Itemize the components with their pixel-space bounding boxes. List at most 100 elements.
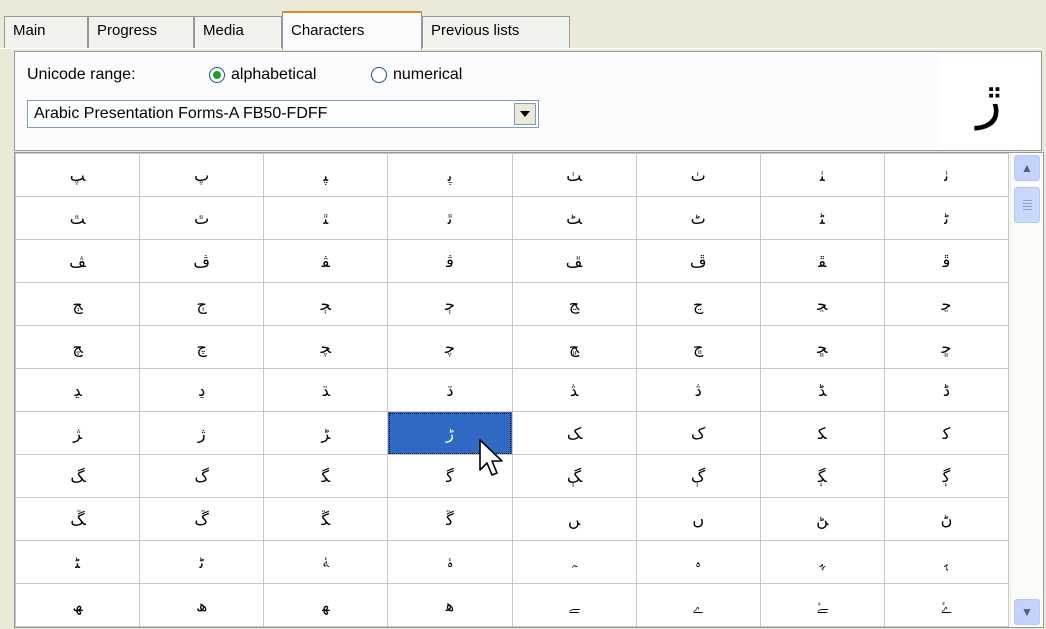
character-cell[interactable]: ﮋ — [15, 411, 141, 455]
character-cell[interactable]: ﮁ — [759, 325, 885, 369]
dropdown-arrow-icon[interactable] — [514, 103, 536, 125]
character-cell[interactable]: ﮙ — [759, 454, 885, 498]
radio-numerical-label[interactable]: numerical — [393, 66, 462, 84]
character-cell[interactable]: ﮧ — [511, 540, 637, 584]
character-cell[interactable]: ﮬ — [387, 583, 513, 627]
scrollbar-thumb[interactable] — [1014, 187, 1040, 223]
character-cell[interactable]: ﭳ — [15, 282, 141, 326]
character-cell[interactable]: ﭯ — [511, 239, 637, 283]
character-cell[interactable]: ﮦ — [635, 540, 761, 584]
character-cell[interactable]: ﭿ — [511, 325, 637, 369]
character-cell[interactable]: ﮂ — [139, 368, 265, 412]
character-cell[interactable]: ﮉ — [759, 368, 885, 412]
character-cell[interactable]: ﭙ — [263, 153, 389, 197]
character-cell[interactable]: ﭶ — [635, 282, 761, 326]
character-cell[interactable]: ﭤ — [387, 196, 513, 240]
tab-media[interactable]: Media — [194, 16, 282, 48]
character-cell[interactable]: ﮱ — [759, 583, 885, 627]
character-cell[interactable]: ﮞ — [635, 497, 761, 541]
radio-alphabetical-label[interactable]: alphabetical — [231, 66, 316, 84]
character-cell[interactable]: ﭻ — [15, 325, 141, 369]
character-cell[interactable]: ﮃ — [15, 368, 141, 412]
character-cell[interactable]: ﮚ — [139, 497, 265, 541]
character-cell[interactable]: ﮨ — [883, 540, 1010, 584]
character-cell[interactable]: ﮄ — [387, 368, 513, 412]
character-cell[interactable]: ﮊ — [139, 411, 265, 455]
unicode-range-dropdown[interactable]: Arabic Presentation Forms-A FB50-FDFF — [27, 100, 539, 128]
character-cell[interactable]: ﮅ — [263, 368, 389, 412]
character-cell[interactable]: ﮎ — [635, 411, 761, 455]
character-cell[interactable]: ﭰ — [883, 239, 1010, 283]
radio-alphabetical[interactable] — [209, 67, 225, 83]
character-cell[interactable]: ﭽ — [263, 325, 389, 369]
character-cell[interactable]: ﭦ — [635, 196, 761, 240]
character-cell[interactable]: ﮠ — [883, 497, 1010, 541]
character-cell[interactable]: ﮝ — [263, 497, 389, 541]
character-cell[interactable]: ﮡ — [759, 497, 885, 541]
character-cell[interactable]: ﭨ — [883, 196, 1010, 240]
tab-characters[interactable]: Characters — [282, 11, 422, 50]
character-cell[interactable]: ﮖ — [635, 454, 761, 498]
tab-main[interactable]: Main — [4, 16, 88, 48]
character-cell[interactable]: ﮆ — [635, 368, 761, 412]
character-cell[interactable]: ﮘ — [883, 454, 1010, 498]
chevron-down-icon[interactable]: ▼ — [1014, 599, 1040, 625]
character-cell[interactable]: ﮩ — [759, 540, 885, 584]
character-cell[interactable]: ﭘ — [387, 153, 513, 197]
character-cell[interactable]: ﭲ — [139, 282, 265, 326]
character-cell[interactable]: ﭖ — [139, 153, 265, 197]
character-cell[interactable]: ﭡ — [759, 153, 885, 197]
character-cell[interactable]: ﭧ — [511, 196, 637, 240]
character-cell[interactable]: ﮰ — [883, 583, 1010, 627]
character-cell[interactable]: ﭟ — [511, 153, 637, 197]
character-cell[interactable]: ﮕ — [263, 454, 389, 498]
tab-previous-lists[interactable]: Previous lists — [422, 16, 570, 48]
character-cell[interactable]: ﭥ — [263, 196, 389, 240]
character-cell[interactable]: ﭞ — [635, 153, 761, 197]
character-cell[interactable]: ﮫ — [15, 583, 141, 627]
character-cell[interactable]: ﮗ — [511, 454, 637, 498]
character-cell[interactable]: ﭣ — [15, 196, 141, 240]
character-cell[interactable]: ﮏ — [511, 411, 637, 455]
character-cell[interactable]: ﭬ — [387, 239, 513, 283]
character-cell[interactable]: ﭠ — [883, 153, 1010, 197]
character-cell[interactable]: ﭼ — [387, 325, 513, 369]
character-cell[interactable]: ﮤ — [387, 540, 513, 584]
tab-progress[interactable]: Progress — [88, 16, 194, 48]
character-cell[interactable]: ﭵ — [263, 282, 389, 326]
character-cell[interactable]: ﭗ — [15, 153, 141, 197]
character-cell[interactable]: ﮢ — [139, 540, 265, 584]
character-cell[interactable]: ﭪ — [139, 239, 265, 283]
character-cell[interactable]: ﮜ — [387, 497, 513, 541]
character-cell[interactable]: ﮈ — [883, 368, 1010, 412]
character-cell[interactable]: ﮍ — [263, 411, 389, 455]
character-cell[interactable]: ﮯ — [511, 583, 637, 627]
character-cell[interactable]: ﮐ — [883, 411, 1010, 455]
character-cell[interactable]: ﭢ — [139, 196, 265, 240]
character-cell[interactable]: ﮑ — [759, 411, 885, 455]
character-cell[interactable]: ﮓ — [15, 454, 141, 498]
character-cell[interactable]: ﮛ — [15, 497, 141, 541]
character-cell[interactable]: ﭺ — [139, 325, 265, 369]
character-cell[interactable]: ﭱ — [759, 239, 885, 283]
character-cell[interactable]: ﮀ — [883, 325, 1010, 369]
character-cell[interactable]: ﭷ — [511, 282, 637, 326]
vertical-scrollbar[interactable]: ▲ ▼ — [1010, 153, 1043, 627]
character-cell[interactable]: ﮟ — [511, 497, 637, 541]
character-cell[interactable]: ﮇ — [511, 368, 637, 412]
radio-numerical[interactable] — [371, 67, 387, 83]
character-cell[interactable]: ﮪ — [139, 583, 265, 627]
character-cell[interactable]: ﭾ — [635, 325, 761, 369]
character-cell[interactable]: ﭴ — [387, 282, 513, 326]
character-cell[interactable]: ﭭ — [263, 239, 389, 283]
chevron-up-icon[interactable]: ▲ — [1014, 155, 1040, 181]
character-cell[interactable]: ﮭ — [263, 583, 389, 627]
character-cell[interactable]: ﮮ — [635, 583, 761, 627]
character-cell[interactable]: ﮥ — [263, 540, 389, 584]
character-cell[interactable]: ﭸ — [883, 282, 1010, 326]
character-cell[interactable]: ﭫ — [15, 239, 141, 283]
character-cell[interactable]: ﭩ — [759, 196, 885, 240]
character-cell[interactable]: ﮒ — [139, 454, 265, 498]
character-cell[interactable]: ﮣ — [15, 540, 141, 584]
character-cell[interactable]: ﭮ — [635, 239, 761, 283]
